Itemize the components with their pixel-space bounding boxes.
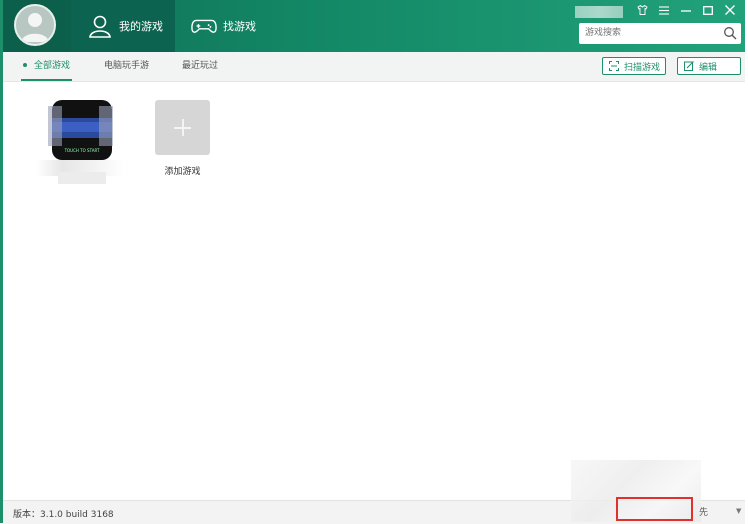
edit-icon xyxy=(684,61,694,71)
scan-games-label: 扫描游戏 xyxy=(624,62,661,73)
subtab-recently-played-label: 最近玩过 xyxy=(182,61,219,71)
app-window: 我的游戏 找游戏 游戏搜索 全部游戏 电脑玩手游 最近玩过 扫描游戏 编辑 TO… xyxy=(0,0,745,524)
subtab-pc-mobile-games[interactable]: 电脑玩手游 xyxy=(104,52,149,81)
game-name-blurred xyxy=(58,172,106,184)
plus-icon-vertical xyxy=(182,119,184,136)
avatar-person-icon xyxy=(21,13,49,42)
shirt-icon[interactable] xyxy=(635,3,649,17)
edit-button[interactable]: 编辑 xyxy=(677,57,741,75)
gamepad-icon xyxy=(191,19,217,33)
user-icon xyxy=(89,15,111,38)
priority-setting-label[interactable]: 先 xyxy=(699,505,708,518)
subtab-pc-mobile-games-label: 电脑玩手游 xyxy=(104,61,150,71)
blurred-overlay xyxy=(48,106,62,146)
top-header: 我的游戏 找游戏 xyxy=(3,0,745,52)
avatar-area xyxy=(3,0,71,52)
highlight-box xyxy=(616,497,693,521)
tab-find-games[interactable]: 找游戏 xyxy=(175,0,279,52)
search-icon[interactable] xyxy=(723,26,737,40)
subtab-all-games-label: 全部游戏 xyxy=(34,61,71,71)
minimize-icon[interactable] xyxy=(679,3,693,17)
subtab-all-games[interactable]: 全部游戏 xyxy=(20,52,73,81)
maximize-icon[interactable] xyxy=(701,3,715,17)
add-game-label: 添加游戏 xyxy=(164,167,201,177)
add-game-button[interactable] xyxy=(155,100,210,155)
games-grid: TOUCH TO START 添加游戏 xyxy=(3,82,745,500)
tab-my-games-label: 我的游戏 xyxy=(119,20,163,33)
window-controls xyxy=(635,3,737,17)
search-box xyxy=(579,23,741,44)
edit-label: 编辑 xyxy=(699,62,718,73)
avatar[interactable] xyxy=(14,4,56,46)
tab-find-games-label: 找游戏 xyxy=(223,20,256,33)
dropdown-caret-icon[interactable]: ▼ xyxy=(736,507,741,515)
search-input[interactable] xyxy=(585,26,715,40)
game-tile-caption: TOUCH TO START xyxy=(64,148,100,153)
tab-my-games[interactable]: 我的游戏 xyxy=(71,0,175,52)
version-text: 版本：3.1.0 build 3168 xyxy=(13,510,114,520)
scan-icon xyxy=(609,61,619,71)
username-blurred xyxy=(575,6,623,18)
subtab-recently-played[interactable]: 最近玩过 xyxy=(182,52,218,81)
menu-icon[interactable] xyxy=(657,3,671,17)
scan-games-button[interactable]: 扫描游戏 xyxy=(602,57,666,75)
active-dot-icon xyxy=(23,62,27,67)
close-icon[interactable] xyxy=(723,3,737,17)
sub-navigation: 全部游戏 电脑玩手游 最近玩过 扫描游戏 编辑 xyxy=(3,52,745,82)
blurred-overlay xyxy=(99,106,113,146)
